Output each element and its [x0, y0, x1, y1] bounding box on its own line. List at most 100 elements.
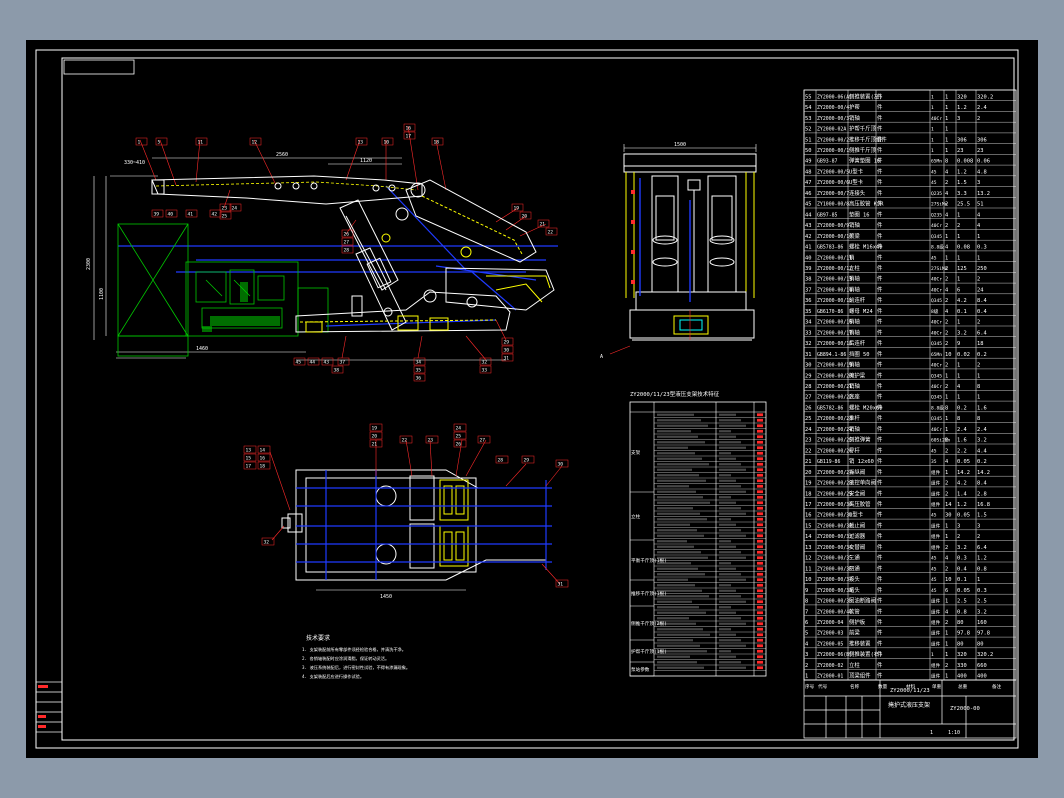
bom-row: 37 ZY2000-00/14销轴 件 40Cr 4 6 24: [805, 285, 984, 293]
bom-cell-qty: 2: [945, 384, 948, 390]
bom-cell-unit-wt: 1: [957, 234, 960, 240]
bom-cell-code: ZY2000-00/27: [817, 470, 852, 476]
bom-cell-unit-wt: 0.05: [957, 459, 970, 465]
bom-cell-total-wt: 160: [977, 620, 987, 626]
bom-cell-material: 1: [931, 137, 934, 143]
bom-cell-no: 14: [805, 534, 812, 540]
params-unit-mark: [757, 506, 763, 510]
params-unit-mark: [757, 517, 763, 521]
bom-cell-unit-wt: 330: [957, 663, 967, 669]
bom-cell-material: 40Cr: [931, 287, 942, 293]
params-unit-mark: [757, 468, 763, 472]
bom-cell-no: 32: [805, 341, 812, 347]
bom-cell-total-wt: 6.4: [977, 545, 987, 551]
callout-label: 25: [456, 434, 462, 440]
bom-cell-unit: 件: [877, 92, 883, 100]
dim-overall-h: 2300: [86, 258, 92, 270]
bom-cell-material: 组件: [931, 630, 941, 637]
bom-cell-unit-wt: 8: [957, 416, 960, 422]
params-cell-mark: [657, 474, 699, 477]
callout-label: 18: [434, 140, 440, 146]
params-cell-mark: [719, 600, 746, 603]
bom-cell-no: 52: [805, 127, 812, 133]
params-cell-mark: [657, 644, 700, 647]
note-line-3: 3. 液压系统装配后，进行密封性试验，不得有渗漏现象。: [302, 664, 410, 671]
callout-label: 22: [402, 438, 408, 444]
bom-cell-total-wt: 3: [977, 180, 980, 186]
bom-cell-total-wt: 51: [977, 202, 984, 208]
bom-cell-unit-wt: 0.05: [957, 588, 970, 594]
bom-cell-material: 组件: [931, 522, 941, 529]
bom-cell-no: 40: [805, 255, 812, 261]
params-cell-mark: [657, 490, 696, 493]
bom-row: 47 ZY2000-00/6 U型卡 件 45 2 1.5 3: [805, 178, 980, 186]
params-cell-mark: [657, 496, 703, 499]
bom-cell-name: 连接头: [849, 189, 866, 197]
params-cell-mark: [657, 452, 695, 455]
callout-label: 18: [260, 464, 266, 470]
callout-label: 19: [514, 206, 520, 212]
note-line-2: 2. 各销轴装配时应涂润滑脂，保证转动灵活。: [302, 655, 389, 662]
params-groups: 支架立柱平衡千斤顶(1根) 推移千斤顶(1根) 侧推千斤顶(2根) 护帮千斤顶(1根)…: [630, 449, 667, 677]
bom-row: 25 ZY2000-00/23推杆 件 Q345 1 8 8: [805, 414, 980, 422]
bom-row: 26 GB5782-86 螺栓 M20x60件 8.8级 8 0.2 1.6: [805, 403, 987, 411]
bom-cell-unit-wt: 25.5: [957, 202, 970, 208]
bom-cell-name: 底座: [849, 393, 860, 401]
bom-cell-no: 55: [805, 94, 812, 100]
params-cell-mark: [719, 485, 741, 488]
title-drawing-no: ZY2000-00: [950, 706, 980, 712]
bom-cell-no: 42: [805, 234, 812, 240]
bom-row: 49 GB93-87 弹簧垫圈 16件 65Mn 8 0.008 0.06: [805, 157, 990, 165]
bom-header-cell: 代号: [818, 683, 828, 690]
bom-cell-total-wt: 250: [977, 266, 987, 272]
bom-cell-material: 组件: [931, 480, 941, 487]
section-callout: A: [600, 354, 603, 360]
bom-cell-name: 螺母 M24: [849, 307, 873, 315]
bom-cell-code: GB93-87: [817, 159, 838, 165]
callout-label: 29: [524, 458, 530, 464]
params-cell-mark: [657, 578, 688, 581]
params-cell-mark: [719, 424, 746, 427]
bom-row: 5 ZY2000-03 前梁 件 组件 1 97.8 97.8: [805, 629, 990, 637]
bom-cell-qty: 8: [945, 159, 948, 165]
bom-cell-material: 1: [931, 652, 934, 658]
bom-cell-qty: 4: [945, 556, 948, 562]
bom-cell-material: Q235: [931, 212, 942, 218]
callout-label: 27: [344, 240, 350, 246]
bom-row: 2 ZY2000-02 立柱 件 组件 2 330 660: [805, 661, 987, 669]
bom-cell-material: 45: [931, 566, 937, 572]
bom-cell-material: Q345: [931, 234, 942, 240]
cad-canvas: 1 5 11 12 13 101617181920212223 24252627282930…: [35, 49, 1019, 749]
params-unit-mark: [757, 479, 763, 483]
bom-cell-qty: 14: [945, 502, 952, 508]
bom-cell-material: 组件: [931, 490, 941, 497]
params-unit-mark: [757, 561, 763, 565]
dim-mid-h: 1100: [99, 288, 105, 300]
params-unit-mark: [757, 512, 763, 516]
bom-row: 13 ZY2000-00/34交替阀 件 组件 2 3.2 6.4: [805, 543, 987, 551]
bom-cell-total-wt: 1: [977, 373, 980, 379]
bom-row: 31 GB894.1-86 挡圈 50 件 65Mn 10 0.02 0.2: [805, 350, 987, 358]
bom-cell-code: ZY2000-00/10: [817, 234, 852, 240]
params-cell-mark: [719, 551, 741, 554]
params-cell-mark: [719, 435, 736, 438]
bom-cell-unit-wt: 1.6: [957, 438, 967, 444]
valve-module: [117, 223, 329, 357]
bom-cell-unit-wt: 1.2: [957, 105, 967, 111]
bom-header-cell: 名称: [850, 683, 860, 690]
bom-cell-qty: 2: [945, 330, 948, 336]
bom-cell-no: 50: [805, 148, 812, 154]
params-unit-mark: [757, 600, 763, 604]
params-cell-mark: [657, 661, 697, 664]
bom-row: 43 ZY2000-00/9 销轴件 40Cr 2 2 4: [805, 221, 980, 229]
bom-cell-unit-wt: 0.02: [957, 352, 970, 358]
params-cell-mark: [719, 562, 731, 565]
bom-cell-no: 37: [805, 287, 812, 293]
bom-cell-unit: 件: [877, 639, 883, 647]
bom-cell-name: 立柱: [849, 661, 860, 669]
bom-cell-qty: 2: [945, 663, 948, 669]
params-unit-mark: [757, 534, 763, 538]
params-cell-mark: [719, 468, 746, 471]
bom-cell-name: 截止阀: [849, 521, 865, 529]
bom-cell-unit: 件: [877, 489, 883, 497]
